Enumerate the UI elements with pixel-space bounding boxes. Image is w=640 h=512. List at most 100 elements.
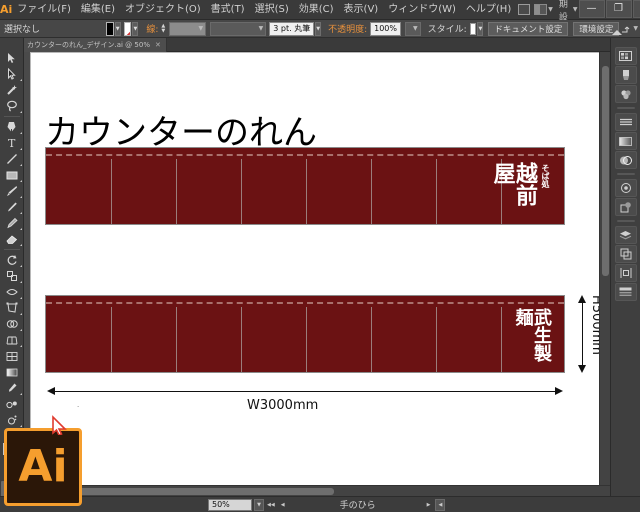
mesh-tool[interactable] bbox=[1, 348, 23, 364]
dimension-line-width bbox=[47, 387, 563, 395]
illustrator-window: Ai ファイル(F) 編集(E) オブジェクト(O) 書式(T) 選択(S) 効… bbox=[0, 0, 640, 512]
panel-transparency[interactable] bbox=[614, 151, 637, 169]
vertical-scrollbar-thumb[interactable] bbox=[602, 66, 609, 276]
vertical-scrollbar[interactable] bbox=[599, 52, 610, 496]
panel-stroke[interactable] bbox=[614, 113, 637, 131]
document-setup-button[interactable]: ドキュメント設定 bbox=[488, 21, 569, 36]
menu-view[interactable]: 表示(V) bbox=[339, 0, 384, 20]
menu-help[interactable]: ヘルプ(H) bbox=[461, 0, 516, 20]
brush-definition-field[interactable]: 3 pt. 丸筆 bbox=[269, 21, 315, 36]
noren-divider bbox=[436, 307, 437, 372]
noren-divider bbox=[111, 159, 112, 224]
panel-color[interactable] bbox=[614, 47, 637, 65]
symbol-sprayer-tool[interactable] bbox=[1, 412, 23, 428]
stroke-profile-field[interactable]: ▼ bbox=[210, 21, 267, 36]
collapse-panels-icon[interactable] bbox=[612, 30, 622, 35]
stroke-weight-label: 線: bbox=[146, 25, 159, 35]
menu-window[interactable]: ウィンドウ(W) bbox=[383, 0, 461, 20]
nav-first-icon[interactable]: ◀◀ bbox=[264, 502, 278, 508]
panel-color-guide[interactable] bbox=[614, 66, 637, 84]
tab-close-icon[interactable]: ✕ bbox=[155, 41, 161, 49]
type-tool[interactable]: T bbox=[1, 135, 23, 151]
current-tool-label: 手のひら bbox=[339, 501, 376, 511]
zoom-level-field[interactable]: 50% bbox=[208, 498, 252, 511]
pen-tool[interactable] bbox=[1, 119, 23, 135]
panel-layers[interactable] bbox=[614, 226, 637, 244]
stroke-weight-field[interactable]: ▼ bbox=[169, 21, 207, 36]
document-tab-bar: ∷ カウンターのれん_デザイン.ai @ 50% ✕ bbox=[0, 37, 640, 52]
fill-swatch[interactable] bbox=[106, 21, 114, 36]
panel-swatches[interactable] bbox=[614, 85, 637, 103]
shape-builder-tool[interactable] bbox=[1, 316, 23, 332]
opacity-field[interactable]: 100% bbox=[370, 21, 401, 36]
noren-banner-bottom[interactable]: 武生製麺 bbox=[45, 295, 565, 373]
close-button[interactable]: ✕ bbox=[632, 0, 640, 18]
nav-prev-icon[interactable]: ◀ bbox=[278, 502, 288, 508]
menu-select[interactable]: 選択(S) bbox=[250, 0, 294, 20]
panel-gradient[interactable] bbox=[614, 132, 637, 150]
direct-selection-tool[interactable] bbox=[1, 66, 23, 82]
panel-brushes[interactable] bbox=[614, 179, 637, 197]
stroke-dropdown-icon[interactable]: ▼ bbox=[132, 21, 139, 36]
stroke-weight-stepper[interactable]: ▲ ▼ bbox=[161, 22, 165, 36]
line-segment-tool[interactable] bbox=[1, 151, 23, 167]
document-tab[interactable]: カウンターのれん_デザイン.ai @ 50% ✕ bbox=[22, 37, 167, 52]
menu-edit[interactable]: 編集(E) bbox=[76, 0, 120, 20]
horizontal-scrollbar[interactable] bbox=[24, 485, 610, 496]
status-menu-icon[interactable]: ◀ bbox=[435, 498, 446, 511]
chevron-down-icon: ▼ bbox=[548, 6, 553, 13]
stroke-weight-chevron-down-icon: ▼ bbox=[198, 25, 204, 32]
perspective-grid-tool[interactable] bbox=[1, 332, 23, 348]
eyedropper-tool[interactable] bbox=[1, 380, 23, 396]
menu-file[interactable]: ファイル(F) bbox=[12, 0, 76, 20]
noren-divider bbox=[371, 307, 372, 372]
noren-divider bbox=[306, 159, 307, 224]
panel-appearance[interactable] bbox=[614, 283, 637, 301]
fill-dropdown-icon[interactable]: ▼ bbox=[114, 21, 121, 36]
magic-wand-tool[interactable] bbox=[1, 82, 23, 98]
nav-next-icon[interactable]: ▶ bbox=[424, 502, 434, 508]
graphic-style-chevron-down-icon[interactable]: ▼ bbox=[477, 21, 484, 36]
control-bar: 選択なし ▼ ▼ 線: ▲ ▼ ▼ ▼ 3 pt. 丸筆 ▼ 不透明度: 100%… bbox=[0, 20, 640, 38]
lasso-tool[interactable] bbox=[1, 98, 23, 114]
scale-tool[interactable] bbox=[1, 268, 23, 284]
selection-tool[interactable] bbox=[1, 50, 23, 66]
brush-definition-chevron-down-icon[interactable]: ▼ bbox=[315, 21, 322, 36]
maximize-button[interactable]: ❐ bbox=[605, 0, 632, 18]
pencil-tool[interactable] bbox=[1, 199, 23, 215]
noren-shop-subtitle-top: そば処 bbox=[541, 164, 551, 188]
graphic-style-swatch[interactable] bbox=[469, 22, 477, 35]
menu-object[interactable]: オブジェクト(O) bbox=[120, 0, 206, 20]
zoom-chevron-down-icon[interactable]: ▼ bbox=[254, 498, 264, 511]
opacity-value: 100% bbox=[374, 24, 397, 33]
panel-symbols[interactable] bbox=[614, 198, 637, 216]
arrange-documents-icon[interactable]: ▼ bbox=[534, 2, 553, 18]
panel-pathfinder[interactable] bbox=[614, 245, 637, 263]
style-label: スタイル: bbox=[427, 25, 467, 35]
rotate-tool[interactable] bbox=[1, 252, 23, 268]
width-tool[interactable] bbox=[1, 284, 23, 300]
artboard[interactable]: カウンターのれん 越前屋 そば処 武生製麺 H500mm W3000mm · bbox=[30, 52, 604, 489]
paintbrush-tool[interactable] bbox=[1, 183, 23, 199]
menu-effect[interactable]: 効果(C) bbox=[294, 0, 339, 20]
eraser-tool[interactable] bbox=[1, 231, 23, 247]
opacity-chevron-down-icon: ▼ bbox=[412, 25, 418, 32]
illustrator-logo-icon: Ai bbox=[0, 3, 13, 16]
rectangle-tool[interactable] bbox=[1, 167, 23, 183]
menu-type[interactable]: 書式(T) bbox=[206, 0, 250, 20]
panel-align[interactable] bbox=[614, 264, 637, 282]
stroke-swatch[interactable] bbox=[123, 21, 132, 36]
gradient-tool[interactable] bbox=[1, 364, 23, 380]
minimize-button[interactable]: — bbox=[578, 0, 605, 18]
illustrator-splash-logo: Ai bbox=[4, 415, 82, 506]
blend-tool[interactable] bbox=[1, 396, 23, 412]
canvas-area[interactable]: カウンターのれん 越前屋 そば処 武生製麺 H500mm W3000mm · bbox=[24, 52, 610, 496]
transform-options-icon[interactable]: ▼ bbox=[621, 21, 638, 37]
noren-divider bbox=[241, 307, 242, 372]
noren-banner-top[interactable]: 越前屋 そば処 bbox=[45, 147, 565, 225]
blob-brush-tool[interactable] bbox=[1, 215, 23, 231]
bridge-icon[interactable] bbox=[518, 2, 531, 18]
artboard-mark: · bbox=[77, 403, 80, 411]
opacity-slider[interactable]: ▼ bbox=[404, 21, 421, 36]
free-transform-tool[interactable] bbox=[1, 300, 23, 316]
